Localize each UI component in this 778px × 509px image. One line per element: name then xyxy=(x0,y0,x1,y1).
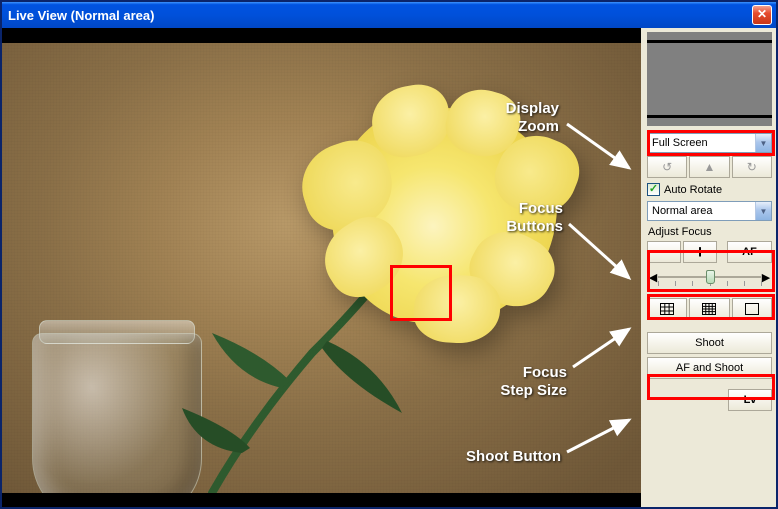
grid3-icon xyxy=(660,303,674,315)
rotate-cw-icon: ↻ xyxy=(747,160,757,174)
focus-step-slider[interactable]: ◀ ▶ xyxy=(647,266,772,288)
rectangle-icon xyxy=(745,303,759,315)
chevron-down-icon: ▼ xyxy=(755,134,771,152)
area-combo-value: Normal area xyxy=(648,205,755,217)
live-preview[interactable]: Display Zoom Focus Buttons Focus Step Si… xyxy=(2,28,643,507)
live-view-window: Live View (Normal area) ✕ xyxy=(0,0,778,509)
auto-rotate-label: Auto Rotate xyxy=(664,184,722,196)
rotate-ccw-button[interactable]: ↺ xyxy=(647,156,687,178)
grid-row xyxy=(647,298,772,320)
shoot-button[interactable]: Shoot xyxy=(647,332,772,354)
auto-rotate-row[interactable]: ✓ Auto Rotate xyxy=(647,181,772,198)
slider-track[interactable] xyxy=(658,268,761,286)
auto-rotate-checkbox[interactable]: ✓ xyxy=(647,183,660,196)
adjust-focus-label: Adjust Focus xyxy=(647,224,772,238)
check-icon: ✓ xyxy=(649,184,658,195)
grid4-button[interactable] xyxy=(689,298,729,320)
focus-buttons-row: − + AF xyxy=(647,241,772,263)
rotate-row: ↺ ▲ ↻ xyxy=(647,156,772,178)
af-button[interactable]: AF xyxy=(727,241,772,263)
close-button[interactable]: ✕ xyxy=(752,5,772,25)
close-icon: ✕ xyxy=(757,7,767,21)
slider-handle[interactable] xyxy=(706,270,715,284)
zoom-combo-value: Full Screen xyxy=(648,137,755,149)
titlebar[interactable]: Live View (Normal area) ✕ xyxy=(2,2,776,28)
preview-image xyxy=(2,43,641,493)
slider-right-button[interactable]: ▶ xyxy=(761,270,771,284)
focus-rectangle[interactable] xyxy=(390,265,452,321)
focus-plus-button[interactable]: + xyxy=(683,241,717,263)
window-title: Live View (Normal area) xyxy=(8,8,154,23)
grid3-button[interactable] xyxy=(647,298,687,320)
slider-left-button[interactable]: ◀ xyxy=(648,270,658,284)
up-button[interactable]: ▲ xyxy=(689,156,729,178)
af-and-shoot-button[interactable]: AF and Shoot xyxy=(647,357,772,379)
area-combo[interactable]: Normal area ▼ xyxy=(647,201,772,221)
grid-off-button[interactable] xyxy=(732,298,772,320)
focus-minus-button[interactable]: − xyxy=(647,241,681,263)
zoom-combo[interactable]: Full Screen ▼ xyxy=(647,133,772,153)
grid4-icon xyxy=(702,303,716,315)
histogram xyxy=(647,32,772,126)
rotate-cw-button[interactable]: ↻ xyxy=(732,156,772,178)
rotate-ccw-icon: ↺ xyxy=(662,160,672,174)
arrow-up-icon: ▲ xyxy=(704,160,716,174)
sidebar: Full Screen ▼ ↺ ▲ ↻ ✓ Auto Rotate Normal… xyxy=(643,28,776,507)
chevron-down-icon: ▼ xyxy=(755,202,771,220)
lv-button[interactable]: Lv xyxy=(728,389,772,411)
